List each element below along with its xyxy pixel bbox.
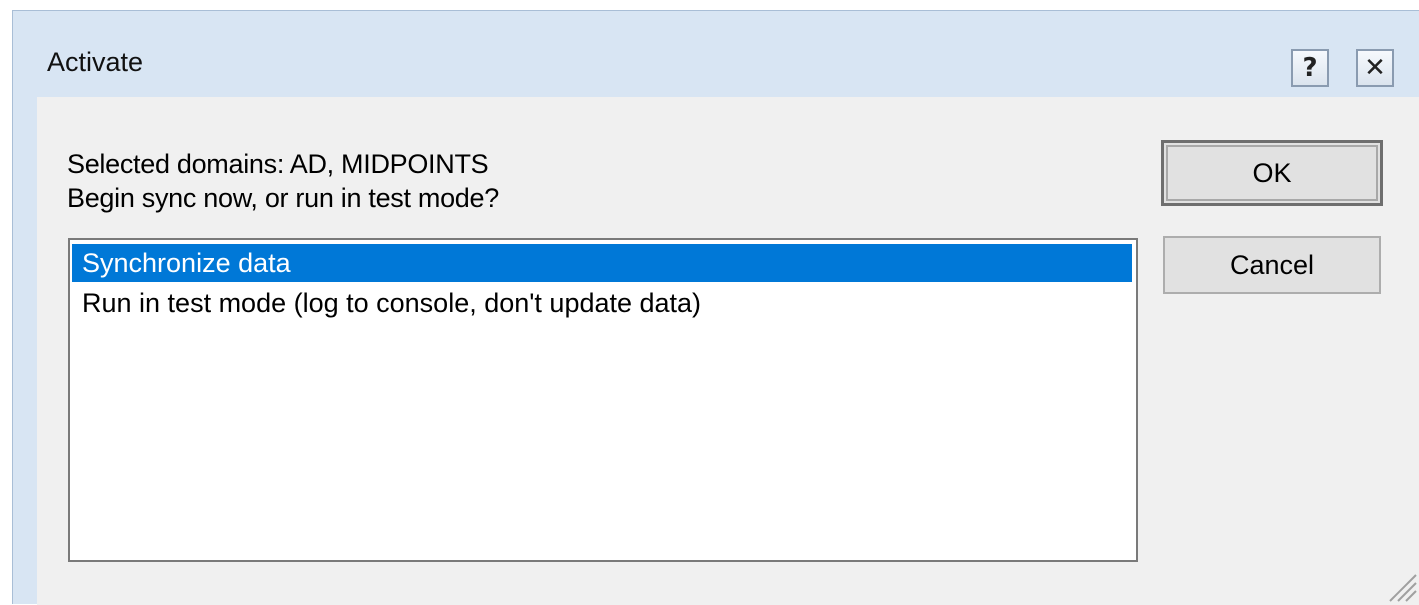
selected-domains-text: Selected domains: AD, MIDPOINTS xyxy=(67,149,489,179)
screenshot-frame: Activate ? ✕ Selected domains: AD, MIDPO… xyxy=(0,0,1419,605)
title-bar[interactable]: Activate ? ✕ xyxy=(13,11,1419,99)
activate-dialog: Activate ? ✕ Selected domains: AD, MIDPO… xyxy=(12,10,1419,605)
help-icon: ? xyxy=(1302,53,1318,83)
close-icon: ✕ xyxy=(1364,53,1386,83)
cancel-button-label: Cancel xyxy=(1229,249,1315,280)
prompt-text: Begin sync now, or run in test mode? xyxy=(67,183,499,213)
close-button[interactable]: ✕ xyxy=(1356,49,1394,87)
cancel-button[interactable]: Cancel xyxy=(1163,236,1381,294)
mode-listbox[interactable]: Synchronize data Run in test mode (log t… xyxy=(68,238,1138,562)
list-item-synchronize[interactable]: Synchronize data xyxy=(72,244,1132,282)
list-item-test-mode[interactable]: Run in test mode (log to console, don't … xyxy=(72,284,1132,322)
dialog-title: Activate xyxy=(47,47,144,77)
resize-grip-icon[interactable] xyxy=(1382,567,1418,603)
help-button[interactable]: ? xyxy=(1291,49,1329,87)
dialog-body: Selected domains: AD, MIDPOINTS Begin sy… xyxy=(37,97,1419,605)
ok-button-label: OK xyxy=(1252,157,1292,188)
ok-button[interactable]: OK xyxy=(1161,140,1383,206)
